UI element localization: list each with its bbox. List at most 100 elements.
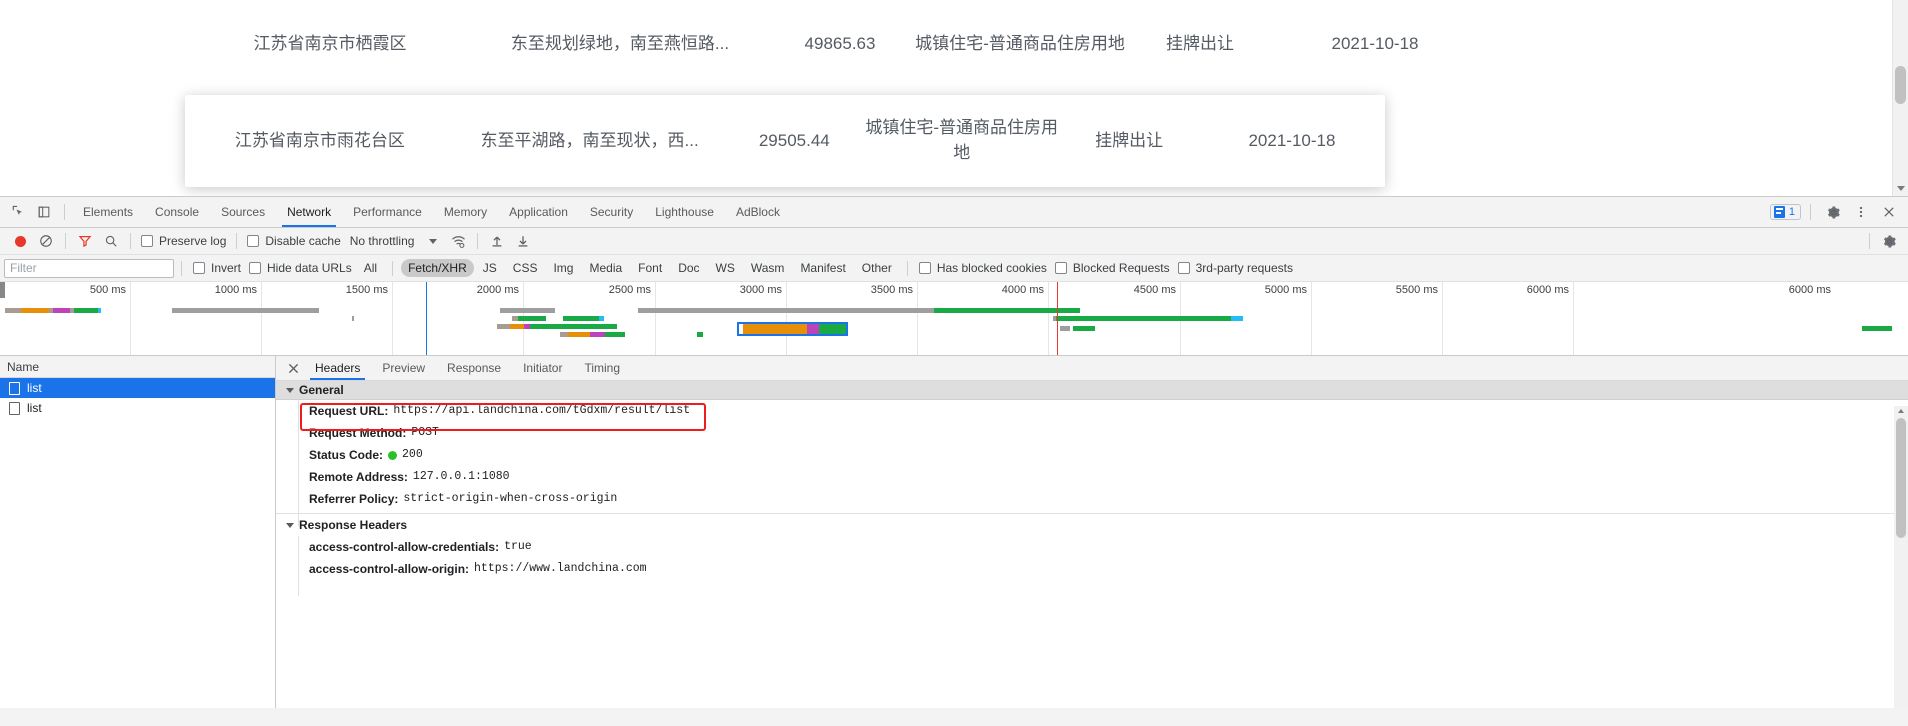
import-har-icon[interactable] [484,230,510,252]
request-list-panel: Name list list [0,356,276,708]
request-row-list-selected[interactable]: list [0,378,275,398]
export-har-icon[interactable] [510,230,536,252]
detail-tab-timing[interactable]: Timing [573,356,631,380]
overview-tick-label: 1500 ms [345,284,388,296]
tab-adblock[interactable]: AdBlock [725,197,791,227]
inspect-element-icon[interactable] [5,200,31,224]
filter-type-other[interactable]: Other [855,259,899,277]
controls-right-group [1863,230,1908,252]
filter-input[interactable]: Filter [4,258,174,278]
overview-gridline [130,282,131,355]
status-code-row[interactable]: Status Code: 200 [276,444,1908,466]
overview-bar [530,324,617,329]
overview-tick-label: 3500 ms [870,284,913,296]
overview-bar [53,308,70,313]
tab-application[interactable]: Application [498,197,579,227]
request-row-list[interactable]: list [0,398,275,418]
tab-console[interactable]: Console [144,197,210,227]
toolbar-divider [392,260,394,276]
more-options-icon[interactable] [1848,200,1874,224]
document-icon [9,381,20,395]
toolbar-divider [477,233,479,249]
scroll-down-arrow-icon[interactable] [1897,186,1905,191]
overview-selected-request[interactable] [737,322,848,336]
remote-address-row[interactable]: Remote Address: 127.0.0.1:1080 [276,466,1908,488]
filter-type-all[interactable]: All [357,259,384,277]
cell-date: 2021-10-18 [1248,130,1336,150]
general-section-header[interactable]: General [276,381,1908,400]
network-overview-timeline[interactable]: 500 ms 1000 ms 1500 ms 2000 ms 2500 ms 3… [0,282,1908,356]
network-settings-gear-icon[interactable] [1876,230,1902,252]
tab-network[interactable]: Network [276,197,342,227]
detail-tab-label: Preview [382,361,426,375]
filter-type-font[interactable]: Font [631,259,669,277]
invert-checkbox[interactable]: Invert [189,261,245,275]
search-icon[interactable] [98,230,124,252]
tab-lighthouse[interactable]: Lighthouse [644,197,725,227]
filter-type-manifest[interactable]: Manifest [793,259,852,277]
request-url-row[interactable]: Request URL: https://api.landchina.com/t… [276,400,1908,422]
filter-icon[interactable] [72,230,98,252]
preserve-log-checkbox[interactable]: Preserve log [137,234,230,248]
clear-button[interactable] [33,230,59,252]
detail-scrollbar[interactable] [1894,406,1908,708]
overview-bar [638,308,955,313]
close-detail-icon[interactable] [282,357,304,379]
filter-type-wasm[interactable]: Wasm [744,259,792,277]
close-icon[interactable] [1876,200,1902,224]
hide-data-urls-checkbox[interactable]: Hide data URLs [245,261,356,275]
devtools-panel: Elements Console Sources Network Perform… [0,196,1908,726]
response-header-row[interactable]: access-control-allow-credentials: true [276,536,1908,558]
request-method-row[interactable]: Request Method: POST [276,422,1908,444]
filter-type-css[interactable]: CSS [506,259,545,277]
tab-memory[interactable]: Memory [433,197,498,227]
response-header-row[interactable]: access-control-allow-origin: https://www… [276,558,1908,580]
has-blocked-cookies-checkbox[interactable]: Has blocked cookies [915,261,1051,275]
checkbox-icon [249,262,262,274]
console-message-badge[interactable]: 1 [1769,204,1801,220]
response-header-key: access-control-allow-credentials: [309,540,500,554]
detail-tab-initiator[interactable]: Initiator [512,356,573,380]
gear-icon[interactable] [1820,200,1846,224]
record-button[interactable] [7,230,33,252]
disable-cache-checkbox[interactable]: Disable cache [243,234,344,248]
filter-type-media[interactable]: Media [582,259,629,277]
response-headers-section-header[interactable]: Response Headers [276,514,1908,536]
tab-performance[interactable]: Performance [342,197,433,227]
disable-cache-label: Disable cache [265,234,341,248]
page-scrollbar-thumb[interactable] [1895,66,1906,104]
throttling-select[interactable]: No throttling [345,234,420,248]
request-list-column-header[interactable]: Name [0,356,275,378]
overview-bar [605,332,625,337]
tab-sources[interactable]: Sources [210,197,276,227]
overview-bar [497,324,510,329]
referrer-policy-row[interactable]: Referrer Policy: strict-origin-when-cros… [276,488,1908,510]
filter-type-img[interactable]: Img [546,259,580,277]
third-party-requests-checkbox[interactable]: 3rd-party requests [1174,261,1297,275]
network-conditions-icon[interactable] [445,230,471,252]
table-row[interactable]: 江苏省南京市栖霞区 东至规划绿地，南至燕恒路... 49865.63 城镇住宅-… [0,0,1892,88]
overview-gridline [917,282,918,355]
filter-type-label: Wasm [750,261,785,275]
tab-security[interactable]: Security [579,197,644,227]
tab-elements[interactable]: Elements [72,197,144,227]
filter-type-fetch-xhr[interactable]: Fetch/XHR [401,259,474,277]
table-row[interactable]: 江苏省南京市雨花台区 东至平湖路，南至现状，西... 29505.44 城镇住宅… [185,95,1385,187]
chevron-down-icon[interactable] [429,238,438,244]
preserve-log-label: Preserve log [159,234,227,248]
filter-type-js[interactable]: JS [476,259,504,277]
device-toolbar-icon[interactable] [31,200,57,224]
detail-tab-preview[interactable]: Preview [371,356,436,380]
detail-tab-headers[interactable]: Headers [304,356,371,380]
filter-type-ws[interactable]: WS [709,259,742,277]
blocked-requests-checkbox[interactable]: Blocked Requests [1051,261,1174,275]
detail-tab-response[interactable]: Response [436,356,512,380]
overview-tick-label: 1000 ms [214,284,257,296]
cell-usage: 城镇住宅-普通商品住房用地 [915,33,1125,53]
toolbar-divider [236,233,238,249]
page-scrollbar[interactable] [1892,0,1908,196]
detail-scrollbar-thumb[interactable] [1896,418,1906,538]
filter-type-label: CSS [512,261,538,275]
filter-type-doc[interactable]: Doc [671,259,706,277]
scroll-up-arrow-icon[interactable] [1898,409,1904,413]
